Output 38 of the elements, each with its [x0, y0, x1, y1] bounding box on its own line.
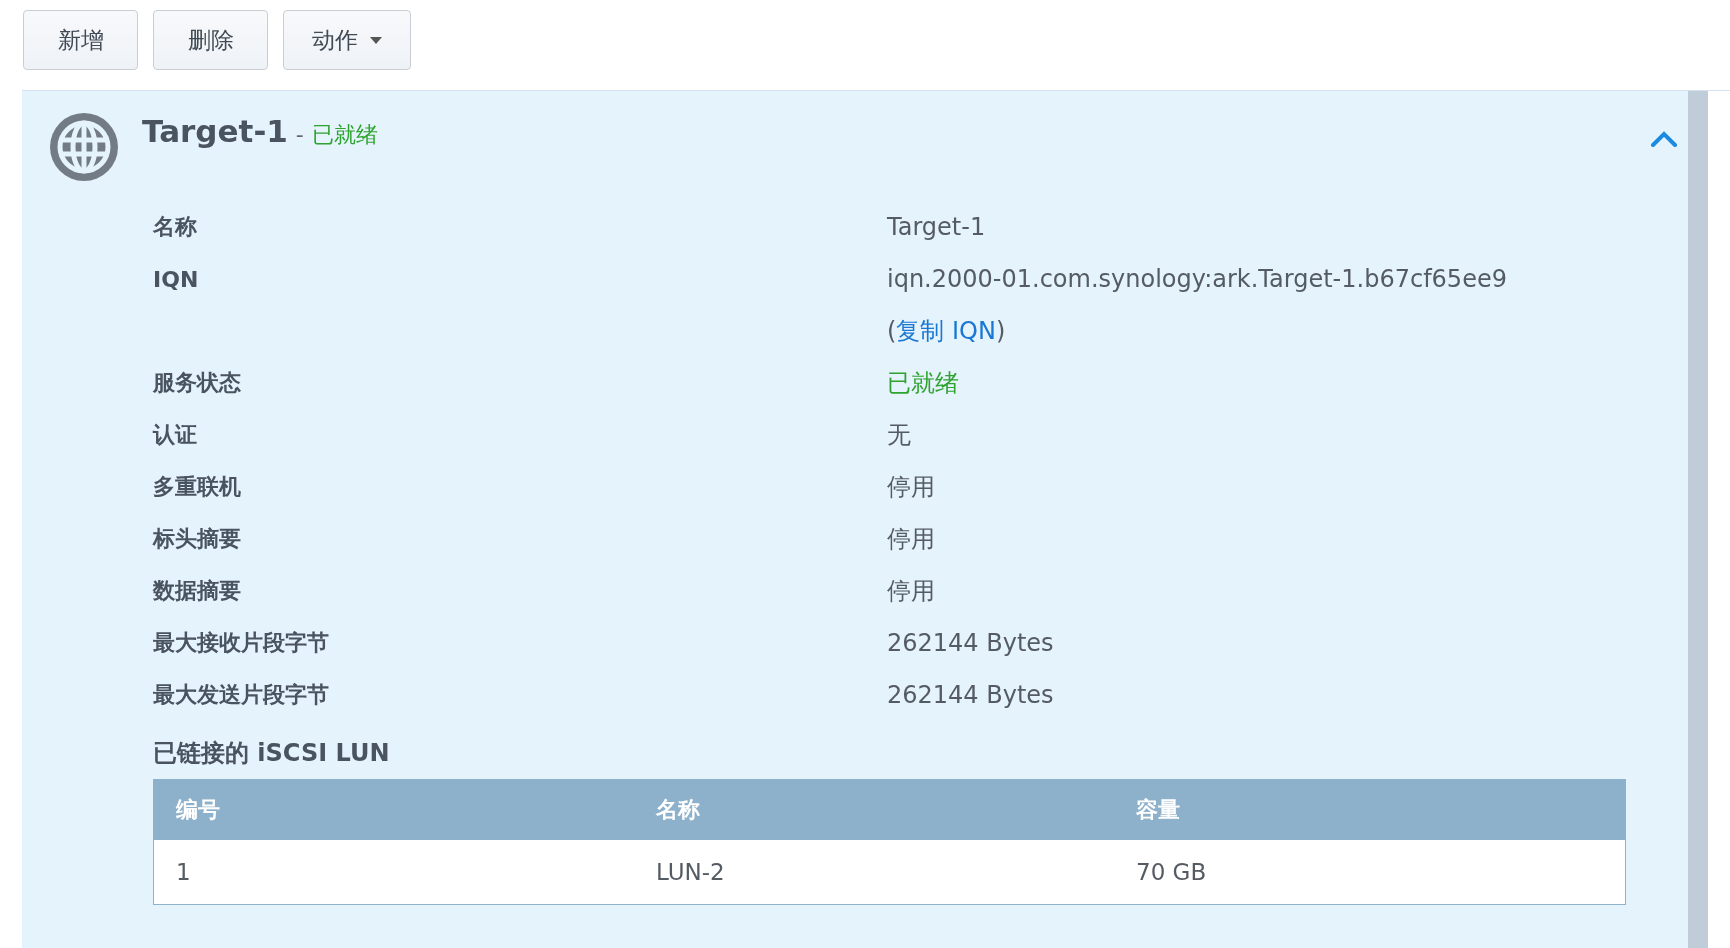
detail-value: 262144 Bytes	[887, 680, 1055, 711]
detail-label: 数据摘要	[153, 577, 242, 605]
column-header: 名称	[655, 796, 701, 824]
detail-value: 停用	[887, 524, 936, 555]
column-header: 容量	[1135, 796, 1181, 824]
table-cell-text: 70 GB	[1135, 858, 1208, 887]
detail-value: 无	[887, 420, 912, 451]
globe-icon	[48, 111, 120, 183]
copy-iqn-link[interactable]: 复制 IQN	[896, 315, 996, 347]
detail-label: 多重联机	[153, 473, 242, 501]
detail-value: 停用	[887, 472, 936, 503]
detail-value: iqn.2000-01.com.synology:ark.Target-1.b67cf65ee9	[887, 264, 1508, 295]
title-separator: -	[295, 122, 304, 147]
detail-value: 262144 Bytes	[887, 628, 1055, 659]
detail-label: 认证	[153, 421, 198, 449]
parenthesis: (	[887, 317, 897, 345]
table-row[interactable]: 1 LUN-2 70 GB	[154, 840, 1625, 904]
scrollbar[interactable]	[1688, 91, 1708, 948]
detail-label: 名称	[153, 213, 198, 241]
detail-label: 标头摘要	[153, 525, 242, 553]
detail-value: Target-1	[887, 212, 987, 243]
toolbar-button[interactable]: 删除	[153, 10, 268, 70]
dropdown-button[interactable]: 动作	[283, 10, 411, 70]
detail-label: IQN	[153, 265, 200, 294]
section-title: 已链接的 iSCSI LUN	[153, 738, 391, 769]
detail-value: 停用	[887, 576, 936, 607]
table-cell-text: LUN-2	[655, 858, 726, 887]
toolbar-button[interactable]: 新增	[23, 10, 138, 70]
target-title: Target-1	[142, 113, 288, 149]
status-value: 已就绪	[887, 368, 960, 399]
table-cell-text: 1	[175, 858, 192, 887]
parenthesis: )	[995, 317, 1006, 345]
column-header: 编号	[175, 796, 221, 824]
caret-icon	[370, 36, 382, 44]
status-text: 已就绪	[311, 122, 378, 147]
detail-label: 服务状态	[153, 369, 242, 397]
detail-label: 最大发送片段字节	[153, 681, 330, 709]
detail-label: 最大接收片段字节	[153, 629, 330, 657]
